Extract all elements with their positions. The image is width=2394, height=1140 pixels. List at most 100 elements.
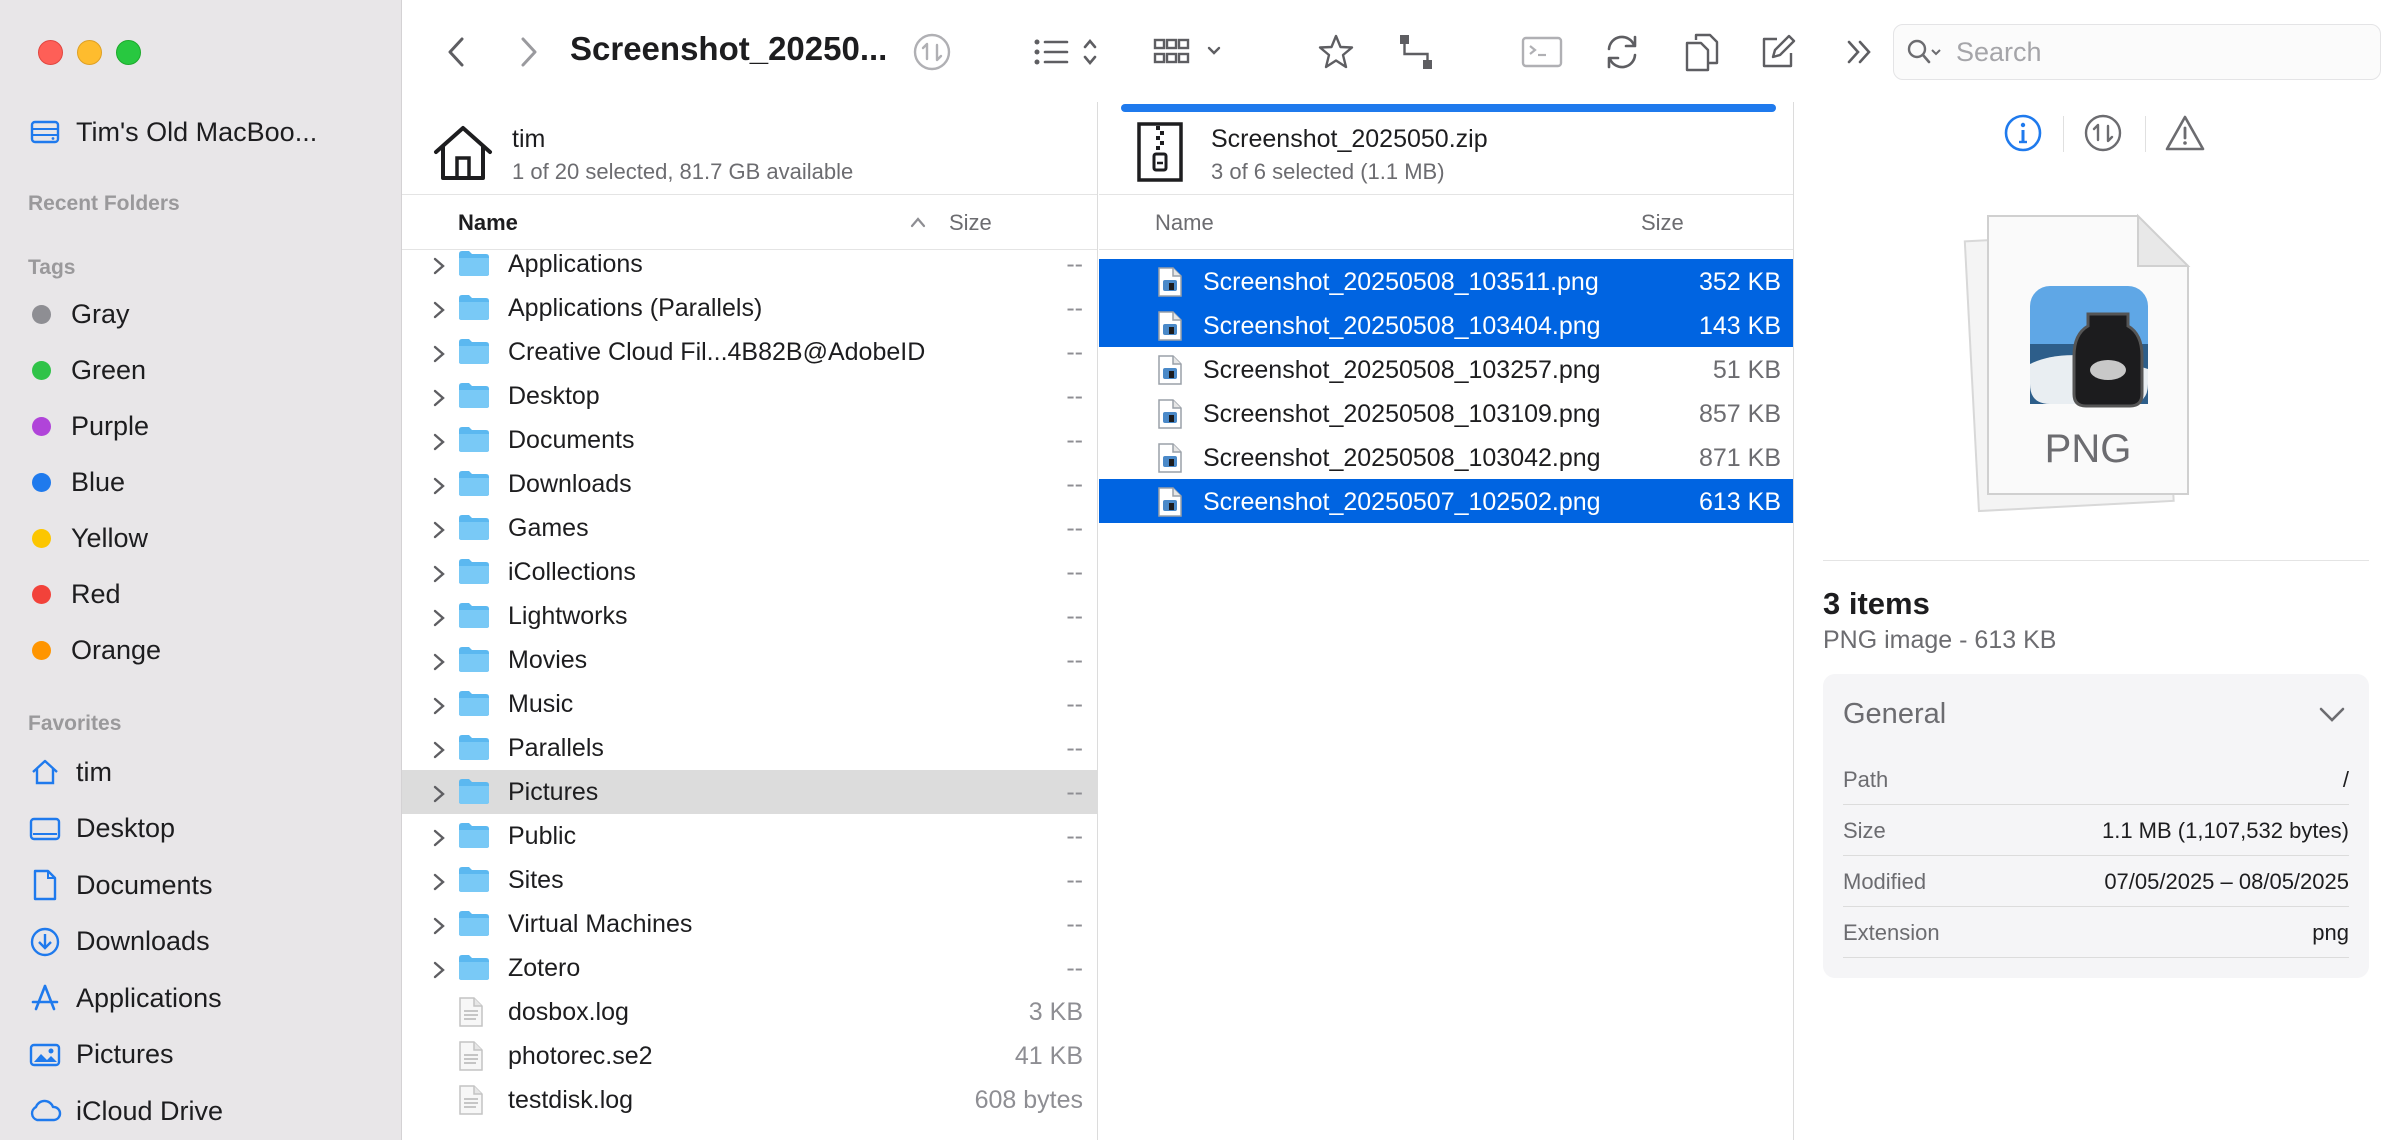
item-name: Sites: [508, 865, 564, 894]
disclosure-chevron-icon[interactable]: [432, 298, 448, 319]
archive-file-row[interactable]: Screenshot_20250508_103042.png 871 KB: [1099, 435, 1793, 479]
info-row-path: Path /: [1843, 754, 2349, 805]
disclosure-chevron-icon[interactable]: [432, 518, 448, 539]
star-icon: [1318, 34, 1354, 69]
folder-row[interactable]: Zotero --: [402, 946, 1097, 990]
sidebar-tag-yellow[interactable]: Yellow: [28, 518, 148, 558]
sidebar-item-documents[interactable]: Documents: [28, 865, 213, 905]
sidebar-tag-blue[interactable]: Blue: [28, 462, 125, 502]
disclosure-chevron-icon[interactable]: [432, 254, 448, 275]
chevron-down-icon[interactable]: [2317, 702, 2347, 726]
sidebar-item-desktop[interactable]: Desktop: [28, 809, 175, 849]
refresh-button[interactable]: [1598, 28, 1646, 76]
disclosure-chevron-icon[interactable]: [432, 606, 448, 627]
sidebar-item-pictures[interactable]: Pictures: [28, 1035, 174, 1075]
sidebar-item-applications[interactable]: Applications: [28, 978, 222, 1018]
general-section-title[interactable]: General: [1843, 698, 1946, 731]
file-row[interactable]: dosbox.log 3 KB: [402, 990, 1097, 1034]
close-window-button[interactable]: [38, 40, 63, 65]
view-mode-list-button[interactable]: [1028, 28, 1108, 76]
folder-row[interactable]: Downloads --: [402, 462, 1097, 506]
zoom-window-button[interactable]: [116, 40, 141, 65]
archive-file-row[interactable]: Screenshot_20250508_103511.png 352 KB: [1099, 259, 1793, 303]
tab-transfer[interactable]: [2076, 106, 2130, 160]
edit-button[interactable]: [1754, 28, 1802, 76]
disclosure-chevron-icon[interactable]: [432, 914, 448, 935]
sort-button[interactable]: [908, 28, 956, 76]
terminal-button[interactable]: [1518, 28, 1566, 76]
folder-row[interactable]: Music --: [402, 682, 1097, 726]
disclosure-chevron-icon[interactable]: [432, 562, 448, 583]
disclosure-chevron-icon[interactable]: [432, 870, 448, 891]
disclosure-chevron-icon[interactable]: [432, 342, 448, 363]
folder-row[interactable]: Sites --: [402, 858, 1097, 902]
tag-color-dot: [32, 360, 51, 380]
folder-row[interactable]: Pictures --: [402, 770, 1097, 814]
name-column-header[interactable]: Name: [1155, 210, 1214, 236]
sidebar-item-tim[interactable]: tim: [28, 752, 112, 792]
name-column-header[interactable]: Name: [458, 210, 518, 236]
disclosure-chevron-icon[interactable]: [432, 650, 448, 671]
disclosure-chevron-icon[interactable]: [432, 386, 448, 407]
disclosure-chevron-icon[interactable]: [432, 694, 448, 715]
disclosure-chevron-icon[interactable]: [432, 958, 448, 979]
compose-icon: [1762, 34, 1796, 68]
folder-row[interactable]: Applications --: [402, 242, 1097, 286]
view-mode-grid-button[interactable]: [1150, 28, 1230, 76]
item-name: Parallels: [508, 733, 604, 762]
copy-button[interactable]: [1678, 28, 1726, 76]
disclosure-chevron-icon[interactable]: [432, 738, 448, 759]
favorite-button[interactable]: [1312, 28, 1360, 76]
archive-file-row[interactable]: Screenshot_20250508_103257.png 51 KB: [1099, 347, 1793, 391]
search-field[interactable]: [1893, 24, 2381, 80]
info-value: /: [2342, 767, 2349, 792]
folder-row[interactable]: Documents --: [402, 418, 1097, 462]
item-name: Screenshot_20250507_102502.png: [1203, 488, 1601, 516]
connect-button[interactable]: [1392, 28, 1440, 76]
folder-row[interactable]: Virtual Machines --: [402, 902, 1097, 946]
disclosure-chevron-icon[interactable]: [432, 430, 448, 451]
folder-row[interactable]: Parallels --: [402, 726, 1097, 770]
folder-row[interactable]: Movies --: [402, 638, 1097, 682]
archive-file-row[interactable]: Screenshot_20250507_102502.png 613 KB: [1099, 479, 1793, 523]
size-column-header[interactable]: Size: [949, 210, 992, 236]
size-column-header[interactable]: Size: [1641, 210, 1684, 236]
folder-icon: [458, 513, 490, 541]
forward-button[interactable]: [505, 28, 553, 76]
sidebar-item-device[interactable]: Tim's Old MacBoo...: [28, 112, 317, 152]
sidebar-tag-red[interactable]: Red: [28, 574, 121, 614]
file-row[interactable]: photorec.se2 41 KB: [402, 1034, 1097, 1078]
folder-row[interactable]: Desktop --: [402, 374, 1097, 418]
tab-info[interactable]: [1996, 106, 2050, 160]
sidebar-item-downloads[interactable]: Downloads: [28, 922, 210, 962]
sidebar-tag-gray[interactable]: Gray: [28, 294, 130, 334]
folder-row[interactable]: Public --: [402, 814, 1097, 858]
folder-row[interactable]: iCollections --: [402, 550, 1097, 594]
folder-row[interactable]: Creative Cloud Fil...4B82B@AdobeID --: [402, 330, 1097, 374]
info-key: Extension: [1843, 920, 1940, 945]
file-row[interactable]: testdisk.log 608 bytes: [402, 1078, 1097, 1122]
folder-row[interactable]: Games --: [402, 506, 1097, 550]
disclosure-chevron-icon[interactable]: [432, 826, 448, 847]
tag-color-dot: [32, 640, 51, 660]
more-toolbar-button[interactable]: [1836, 28, 1884, 76]
sidebar-tag-purple[interactable]: Purple: [28, 406, 149, 446]
info-key: Modified: [1843, 869, 1927, 894]
sidebar-item-label: Pictures: [76, 1039, 174, 1069]
search-input[interactable]: [1956, 36, 2356, 68]
sidebar-tag-orange[interactable]: Orange: [28, 630, 161, 670]
sidebar-item-icloud-drive[interactable]: iCloud Drive: [28, 1091, 223, 1131]
disclosure-chevron-icon[interactable]: [432, 782, 448, 803]
archive-file-row[interactable]: Screenshot_20250508_103404.png 143 KB: [1099, 303, 1793, 347]
tab-warnings[interactable]: [2158, 106, 2212, 160]
file-icon: [458, 1085, 490, 1115]
disclosure-chevron-icon[interactable]: [432, 474, 448, 495]
sidebar-tag-green[interactable]: Green: [28, 350, 146, 390]
item-name: Applications (Parallels): [508, 293, 763, 322]
minimize-window-button[interactable]: [77, 40, 102, 65]
back-button[interactable]: [432, 28, 480, 76]
item-name: iCollections: [508, 557, 636, 586]
folder-row[interactable]: Lightworks --: [402, 594, 1097, 638]
folder-row[interactable]: Applications (Parallels) --: [402, 286, 1097, 330]
archive-file-row[interactable]: Screenshot_20250508_103109.png 857 KB: [1099, 391, 1793, 435]
